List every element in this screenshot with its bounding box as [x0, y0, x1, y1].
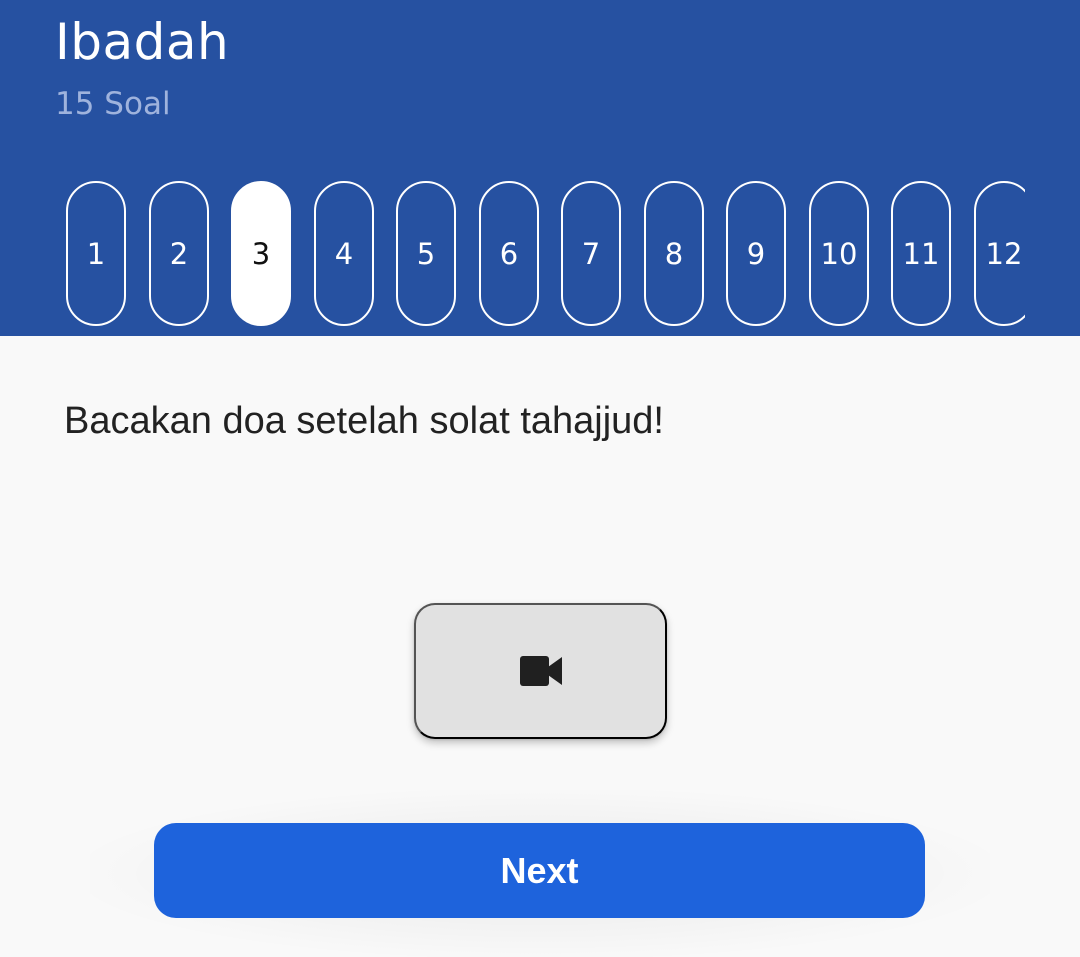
question-number-11[interactable]: 11 — [891, 181, 951, 326]
question-number-list[interactable]: 1 2 3 4 5 6 7 8 9 10 11 12 — [66, 180, 1025, 326]
page-title: Ibadah — [55, 13, 230, 71]
quiz-screen: Ibadah 15 Soal 1 2 3 4 5 6 7 8 9 10 11 1… — [0, 0, 1080, 957]
question-number-10[interactable]: 10 — [809, 181, 869, 326]
video-record-button[interactable] — [414, 603, 667, 739]
question-number-8[interactable]: 8 — [644, 181, 704, 326]
question-number-5[interactable]: 5 — [396, 181, 456, 326]
question-number-4[interactable]: 4 — [314, 181, 374, 326]
question-number-2[interactable]: 2 — [149, 181, 209, 326]
quiz-header: Ibadah 15 Soal 1 2 3 4 5 6 7 8 9 10 11 1… — [0, 0, 1080, 336]
video-camera-icon — [519, 656, 562, 686]
question-number-7[interactable]: 7 — [561, 181, 621, 326]
question-text: Bacakan doa setelah solat tahajjud! — [64, 400, 664, 442]
question-number-1[interactable]: 1 — [66, 181, 126, 326]
question-number-3-active[interactable]: 3 — [231, 181, 291, 326]
next-button[interactable]: Next — [154, 823, 925, 918]
question-number-12[interactable]: 12 — [974, 181, 1025, 326]
question-number-9[interactable]: 9 — [726, 181, 786, 326]
question-count: 15 Soal — [55, 86, 171, 122]
question-number-6[interactable]: 6 — [479, 181, 539, 326]
